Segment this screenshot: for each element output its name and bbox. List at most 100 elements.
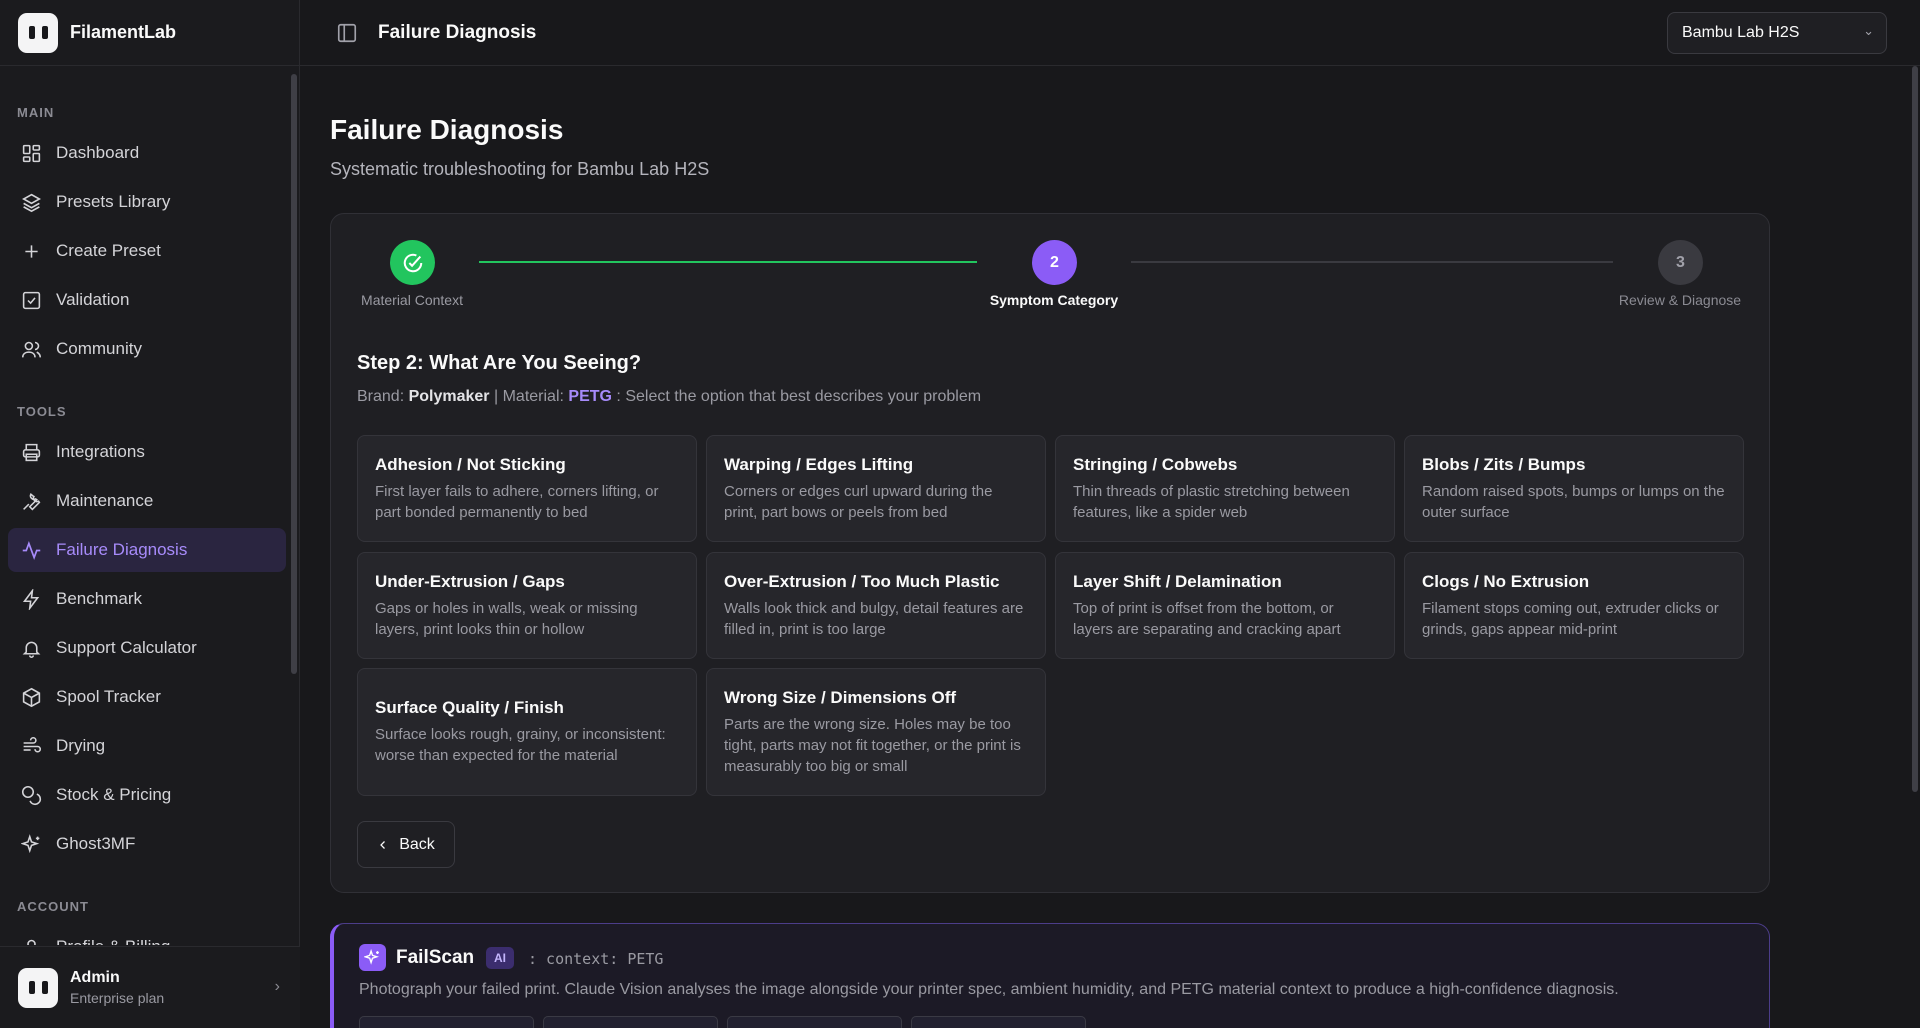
ai-badge: AI: [486, 947, 514, 969]
symptom-option-adhesion[interactable]: Adhesion / Not Sticking First layer fail…: [357, 435, 697, 542]
topbar-title: Failure Diagnosis: [378, 21, 537, 43]
option-title: Clogs / No Extrusion: [1422, 571, 1590, 591]
sidebar-toggle-icon[interactable]: [336, 22, 358, 44]
option-description: Walls look thick and bulgy, detail featu…: [724, 599, 1024, 638]
diagnosis-wizard-card: 2 3 Material Context Symptom Category Re…: [330, 213, 1770, 893]
failscan-description: Photograph your failed print. Claude Vis…: [359, 981, 1619, 998]
checkbox-icon: [20, 289, 42, 311]
sidebar-item-benchmark[interactable]: Benchmark: [8, 577, 286, 621]
symptom-option-clogs[interactable]: Clogs / No Extrusion Filament stops comi…: [1404, 552, 1744, 659]
sparkles-icon: [20, 833, 42, 855]
option-description: Filament stops coming out, extruder clic…: [1422, 599, 1719, 638]
sidebar-item-ghost3mf[interactable]: Ghost3MF: [8, 822, 286, 866]
dashboard-icon: [20, 142, 42, 164]
option-description: Gaps or holes in walls, weak or missing …: [375, 599, 638, 638]
printer-select[interactable]: Bambu Lab H2S ⌄: [1667, 12, 1887, 54]
plus-icon: [20, 240, 42, 262]
sidebar-item-dashboard[interactable]: Dashboard: [8, 131, 286, 175]
brand[interactable]: FilamentLab: [0, 0, 299, 66]
sidebar-item-presets-library[interactable]: Presets Library: [8, 180, 286, 224]
sidebar-item-drying[interactable]: Drying: [8, 724, 286, 768]
app-name: FilamentLab: [70, 22, 177, 42]
step-3-label: Review & Diagnose: [1618, 292, 1742, 308]
option-title: Stringing / Cobwebs: [1073, 454, 1238, 474]
chevron-right-icon: ›: [274, 978, 280, 995]
option-title: Blobs / Zits / Bumps: [1422, 454, 1586, 474]
symptom-option-over-extrusion[interactable]: Over-Extrusion / Too Much Plastic Walls …: [706, 552, 1046, 659]
app-logo-icon: [18, 12, 58, 53]
wind-icon: [20, 735, 42, 757]
symptom-option-warping[interactable]: Warping / Edges Lifting Corners or edges…: [706, 435, 1046, 542]
step-2-label: Symptom Category: [989, 292, 1119, 308]
step-heading: Step 2: What Are You Seeing?: [357, 352, 642, 374]
wrench-icon: [20, 490, 42, 512]
layers-icon: [20, 191, 42, 213]
feature-chip: [911, 1016, 1086, 1028]
symptom-option-stringing[interactable]: Stringing / Cobwebs Thin threads of plas…: [1055, 435, 1395, 542]
option-description: Surface looks rough, grainy, or inconsis…: [375, 726, 666, 764]
sidebar-item-label: Maintenance: [56, 491, 154, 510]
user-name: Admin: [70, 969, 120, 986]
sidebar-nav: MAIN Dashboard Presets Library Create Pr…: [0, 67, 300, 945]
stepper-line-complete: [479, 261, 977, 263]
option-title: Adhesion / Not Sticking: [375, 454, 566, 474]
step-1-indicator[interactable]: [390, 240, 435, 285]
sidebar-item-failure-diagnosis[interactable]: Failure Diagnosis: [8, 528, 286, 572]
sidebar-item-label: Profile & Billing: [56, 937, 170, 945]
failscan-panel: FailScan AI : context: PETG Photograph y…: [330, 923, 1770, 1028]
users-icon: [20, 338, 42, 360]
sidebar-item-label: Benchmark: [56, 589, 142, 608]
page-title: Failure Diagnosis: [330, 114, 564, 145]
step-2-indicator[interactable]: 2: [1032, 240, 1077, 285]
failscan-feature-chips: [359, 1016, 1086, 1028]
step-1-label: Material Context: [361, 292, 463, 308]
failscan-title: FailScan: [396, 947, 475, 968]
option-description: Corners or edges curl upward during the …: [724, 482, 993, 521]
avatar: [18, 967, 58, 1008]
sidebar-item-label: Community: [56, 339, 142, 358]
brand-value: Polymaker: [408, 388, 490, 405]
back-button[interactable]: Back: [357, 821, 455, 868]
sidebar-item-stock-pricing[interactable]: Stock & Pricing: [8, 773, 286, 817]
sidebar-item-maintenance[interactable]: Maintenance: [8, 479, 286, 523]
chevron-left-icon: [380, 840, 386, 849]
zap-icon: [20, 588, 42, 610]
sidebar: FilamentLab MAIN Dashboard Presets Libra…: [0, 0, 300, 1028]
step-3-indicator[interactable]: 3: [1658, 240, 1703, 285]
sidebar-scrollbar[interactable]: [291, 74, 297, 674]
sidebar-item-create-preset[interactable]: Create Preset: [8, 229, 286, 273]
sidebar-item-label: Spool Tracker: [56, 687, 161, 706]
sidebar-item-label: Failure Diagnosis: [56, 540, 188, 559]
sidebar-item-profile-billing[interactable]: Profile & Billing: [8, 925, 286, 945]
feature-chip: [543, 1016, 718, 1028]
section-label-account: ACCOUNT: [17, 899, 89, 914]
sidebar-item-spool-tracker[interactable]: Spool Tracker: [8, 675, 286, 719]
user-menu[interactable]: Admin Enterprise plan ›: [0, 946, 300, 1028]
coins-icon: [20, 784, 42, 806]
sidebar-item-community[interactable]: Community: [8, 327, 286, 371]
option-title: Surface Quality / Finish: [375, 698, 564, 717]
topbar: Failure Diagnosis Bambu Lab H2S ⌄: [300, 0, 1920, 66]
option-description: Top of print is offset from the bottom, …: [1073, 599, 1341, 638]
sparkles-icon: [359, 944, 386, 971]
context-separator: |: [493, 388, 499, 405]
sidebar-item-label: Dashboard: [56, 143, 140, 162]
option-title: Under-Extrusion / Gaps: [375, 571, 565, 591]
main-scrollbar[interactable]: [1910, 66, 1920, 792]
symptom-option-surface-quality[interactable]: Surface Quality / Finish Surface looks r…: [357, 668, 697, 796]
sidebar-item-label: Create Preset: [56, 241, 161, 260]
box-icon: [20, 686, 42, 708]
sidebar-item-label: Ghost3MF: [56, 834, 136, 853]
symptom-option-wrong-size[interactable]: Wrong Size / Dimensions Off Parts are th…: [706, 668, 1046, 796]
check-circle-icon: [403, 253, 422, 272]
option-description: First layer fails to adhere, corners lif…: [375, 482, 659, 521]
material-label: Material:: [502, 388, 564, 405]
sidebar-item-label: Support Calculator: [56, 638, 197, 657]
sidebar-item-integrations[interactable]: Integrations: [8, 430, 286, 474]
sidebar-item-support-calculator[interactable]: Support Calculator: [8, 626, 286, 670]
sidebar-item-validation[interactable]: Validation: [8, 278, 286, 322]
symptom-option-blobs[interactable]: Blobs / Zits / Bumps Random raised spots…: [1404, 435, 1744, 542]
option-title: Over-Extrusion / Too Much Plastic: [724, 571, 1000, 591]
symptom-option-layer-shift[interactable]: Layer Shift / Delamination Top of print …: [1055, 552, 1395, 659]
symptom-option-under-extrusion[interactable]: Under-Extrusion / Gaps Gaps or holes in …: [357, 552, 697, 659]
